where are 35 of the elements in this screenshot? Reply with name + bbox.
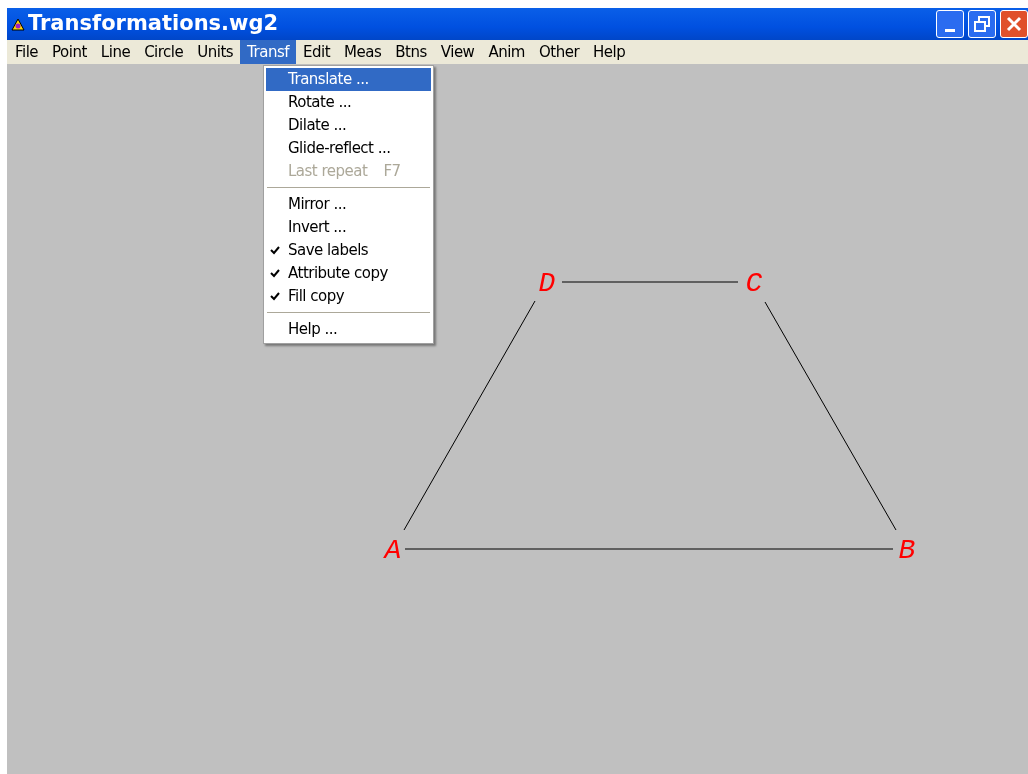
menu-item[interactable]: Fill copy (266, 285, 431, 308)
minimize-icon (945, 28, 955, 32)
menu-item[interactable]: Help ... (266, 318, 431, 341)
menu-item[interactable]: Invert ... (266, 216, 431, 239)
point-label: A (384, 535, 402, 566)
menu-item[interactable]: Meas (337, 40, 389, 64)
menu-item[interactable]: Anim (481, 40, 532, 64)
menu-item[interactable]: Circle (137, 40, 191, 64)
point-label: C (745, 268, 763, 299)
menu-item[interactable]: Rotate ... (266, 91, 431, 114)
restore-icon (974, 16, 990, 32)
window-title: Transformations.wg2 (28, 10, 279, 38)
close-button[interactable] (1000, 10, 1028, 38)
menu-item[interactable]: File (8, 40, 46, 64)
menu-item[interactable]: Save labels (266, 239, 431, 262)
menu-item[interactable]: Point (45, 40, 94, 64)
menu-item[interactable]: Transf (240, 40, 297, 64)
point-label: D (538, 268, 556, 299)
restore-button[interactable] (968, 10, 996, 38)
menu-item[interactable]: Help (586, 40, 633, 64)
menu-item[interactable]: Other (531, 40, 587, 64)
app-icon (11, 17, 25, 31)
menu-item[interactable]: Edit (296, 40, 338, 64)
menu-item[interactable]: Mirror ... (266, 193, 431, 216)
menu-item[interactable]: Translate ... (266, 68, 431, 91)
menu-item[interactable]: Glide-reflect ... (266, 137, 431, 160)
menu-item[interactable]: Dilate ... (266, 114, 431, 137)
minimize-button[interactable] (936, 10, 964, 38)
menu-item[interactable]: Units (190, 40, 241, 64)
menu-item[interactable]: View (433, 40, 482, 64)
menu-item[interactable]: Line (93, 40, 138, 64)
close-icon (1006, 16, 1022, 32)
menu-item[interactable]: Btns (388, 40, 434, 64)
menu-item[interactable]: Attribute copy (266, 262, 431, 285)
point-label: B (898, 535, 916, 566)
